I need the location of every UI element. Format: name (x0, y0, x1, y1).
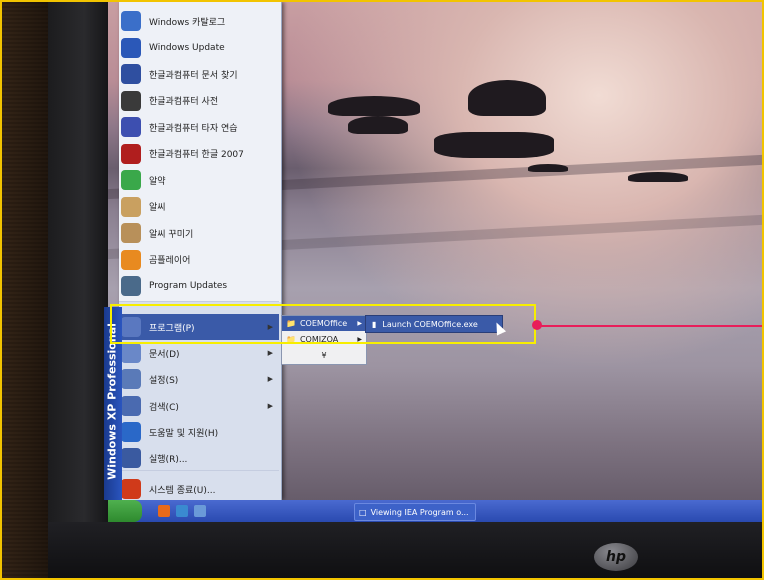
start-menu-item[interactable]: 시스템 종료(U)... (119, 476, 279, 502)
start-menu-item-label: 알씨 (149, 203, 166, 213)
hangul-2007-icon (121, 143, 141, 164)
gomplayer-icon (121, 249, 141, 270)
start-menu-item-label: 실행(R)... (149, 454, 188, 465)
start-menu-item-label: 도움말 및 지원(H) (149, 428, 219, 439)
hancom-doc-find-icon (121, 64, 141, 84)
taskbar: □ Viewing IEA Program o... (108, 500, 762, 522)
start-menu-item-label: Program Updates (149, 281, 228, 291)
start-menu-item[interactable]: 알씨 꾸미기 (119, 220, 279, 246)
documents-icon (121, 343, 141, 363)
start-menu-item[interactable]: 한글과컴퓨터 타자 연습 (119, 114, 279, 140)
start-menu-item-label: 문서(D) (149, 349, 180, 360)
help-icon (121, 422, 141, 442)
taskbar-task-button[interactable]: □ Viewing IEA Program o... (354, 503, 476, 521)
start-menu-item[interactable]: Program Updates (119, 273, 279, 299)
program-updates-icon (121, 276, 141, 296)
photo-frame: hp Windows 카탈로그 Windows Update 한글과컴퓨터 문서 찾… (0, 0, 764, 580)
alyac-icon (121, 170, 141, 190)
start-menu-item[interactable]: 검색(C) ▶ (119, 393, 279, 419)
alsee-decorate-icon (121, 223, 141, 243)
start-menu-item[interactable]: Windows Update (119, 35, 279, 61)
windows-update-icon (121, 37, 141, 58)
start-menu-item[interactable]: 실행(R)... (119, 445, 279, 471)
start-menu-item-label: 한글과컴퓨터 문서 찾기 (149, 70, 238, 81)
start-menu-item[interactable]: 알약 (119, 167, 279, 193)
start-menu-item-label: 설정(S) (149, 375, 179, 386)
fabric-background (2, 2, 48, 578)
start-menu-divider (119, 470, 279, 471)
shutdown-icon (121, 479, 141, 499)
monitor-bezel-bottom (48, 522, 762, 578)
annotation-highlight-box (110, 304, 536, 344)
start-menu-item-label: Windows Update (149, 42, 225, 53)
start-menu-item-label: 한글과컴퓨터 타자 연습 (149, 123, 238, 134)
alsee-icon (121, 196, 141, 217)
start-menu-item[interactable]: 설정(S) ▶ (119, 366, 279, 392)
start-menu-item-label: Windows 카탈로그 (149, 17, 226, 28)
start-menu-item[interactable]: 도움말 및 지원(H) (119, 419, 279, 445)
start-menu-item-label: 한글과컴퓨터 사전 (149, 97, 219, 107)
run-icon (121, 448, 141, 468)
quicklaunch-desktop-icon[interactable] (194, 505, 206, 517)
chevron-right-icon: ▶ (267, 375, 273, 383)
annotation-callout-line (538, 325, 762, 327)
start-menu-item-label: 한글과컴퓨터 한글 2007 (149, 150, 244, 160)
start-menu-item[interactable]: 알씨 (119, 194, 279, 220)
start-menu-item[interactable]: 곰플레이어 (119, 247, 279, 273)
submenu-expand[interactable]: ¥ (282, 348, 366, 363)
start-menu-item[interactable]: Windows 카탈로그 (119, 8, 279, 34)
hancom-typing-icon (121, 117, 141, 137)
start-menu-item-label: 시스템 종료(U)... (149, 485, 216, 496)
window-icon: □ (359, 507, 367, 517)
windows-catalog-icon (121, 11, 141, 31)
annotation-callout-dot (532, 320, 542, 330)
start-menu-item[interactable]: 한글과컴퓨터 사전 (119, 88, 279, 114)
start-menu-item-label: 알씨 꾸미기 (149, 229, 194, 240)
chevron-right-icon: ▶ (267, 402, 273, 410)
quicklaunch-icon[interactable] (158, 505, 170, 517)
settings-icon (121, 369, 141, 389)
start-menu-item[interactable]: 한글과컴퓨터 한글 2007 (119, 141, 279, 167)
hp-logo: hp (594, 543, 638, 571)
chevron-right-icon: ▶ (267, 349, 273, 357)
hancom-dictionary-icon (121, 90, 141, 111)
search-icon (121, 396, 141, 416)
quicklaunch-ie-icon[interactable] (176, 505, 188, 517)
start-button[interactable] (108, 500, 142, 522)
monitor-bezel-left (48, 2, 108, 578)
start-menu-item-label: 곰플레이어 (149, 256, 191, 266)
start-menu-item-label: 알약 (149, 176, 166, 187)
start-menu-item-label: 검색(C) (149, 402, 179, 413)
start-menu-item[interactable]: 한글과컴퓨터 문서 찾기 (119, 61, 279, 87)
start-menu: Windows 카탈로그 Windows Update 한글과컴퓨터 문서 찾기한글… (119, 2, 282, 500)
